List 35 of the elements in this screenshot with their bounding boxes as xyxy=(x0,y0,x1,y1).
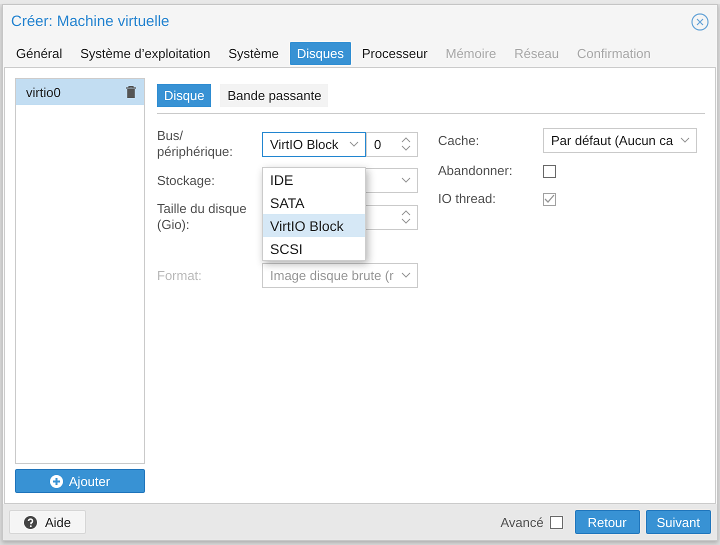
help-button[interactable]: Aide xyxy=(9,510,86,534)
field-label: Format: xyxy=(157,268,203,284)
checkbox[interactable] xyxy=(543,164,556,178)
chevron-icon xyxy=(349,140,359,148)
field-label: Cache: xyxy=(438,132,480,148)
advanced-label: Avancé xyxy=(500,514,544,530)
spinner-icon[interactable] xyxy=(401,136,411,152)
close-icon[interactable] xyxy=(691,12,709,30)
chevron-icon xyxy=(401,272,411,279)
tab[interactable]: Processeur xyxy=(354,42,435,65)
tab[interactable]: Général xyxy=(9,42,70,65)
spinner-icon[interactable] xyxy=(401,209,411,225)
help-icon xyxy=(24,516,37,528)
field-label: Stockage: xyxy=(157,172,216,188)
number-field[interactable]: 0 xyxy=(366,132,418,156)
tab[interactable]: Bande passante xyxy=(220,84,328,107)
cache-dropdown[interactable]: Par défaut (Aucun ca xyxy=(543,128,697,153)
window-title: Créer: Machine virtuelle xyxy=(11,13,170,30)
bus-dropdown[interactable]: VirtIO Block xyxy=(262,132,366,156)
field-label: Abandonner: xyxy=(438,163,514,179)
menu-option[interactable]: IDE xyxy=(263,168,365,191)
tab[interactable]: Système xyxy=(221,42,286,65)
menu-option[interactable]: SCSI xyxy=(263,237,365,260)
field-label: Taille du disque (Gio): xyxy=(157,201,248,233)
tab[interactable]: Système d’exploitation xyxy=(73,42,218,65)
chevron-icon xyxy=(680,137,690,144)
advanced-checkbox[interactable] xyxy=(550,516,563,528)
trash-icon[interactable] xyxy=(126,86,136,98)
list-item[interactable]: virtio0 xyxy=(16,79,144,105)
field-label: Bus/ périphérique: xyxy=(157,128,234,160)
menu-option[interactable]: SATA xyxy=(263,191,365,214)
chevron-icon xyxy=(401,177,411,184)
plus-circle-icon xyxy=(50,474,63,488)
menu-option[interactable]: VirtIO Block xyxy=(263,214,365,237)
field-label: IO thread: xyxy=(438,191,497,207)
